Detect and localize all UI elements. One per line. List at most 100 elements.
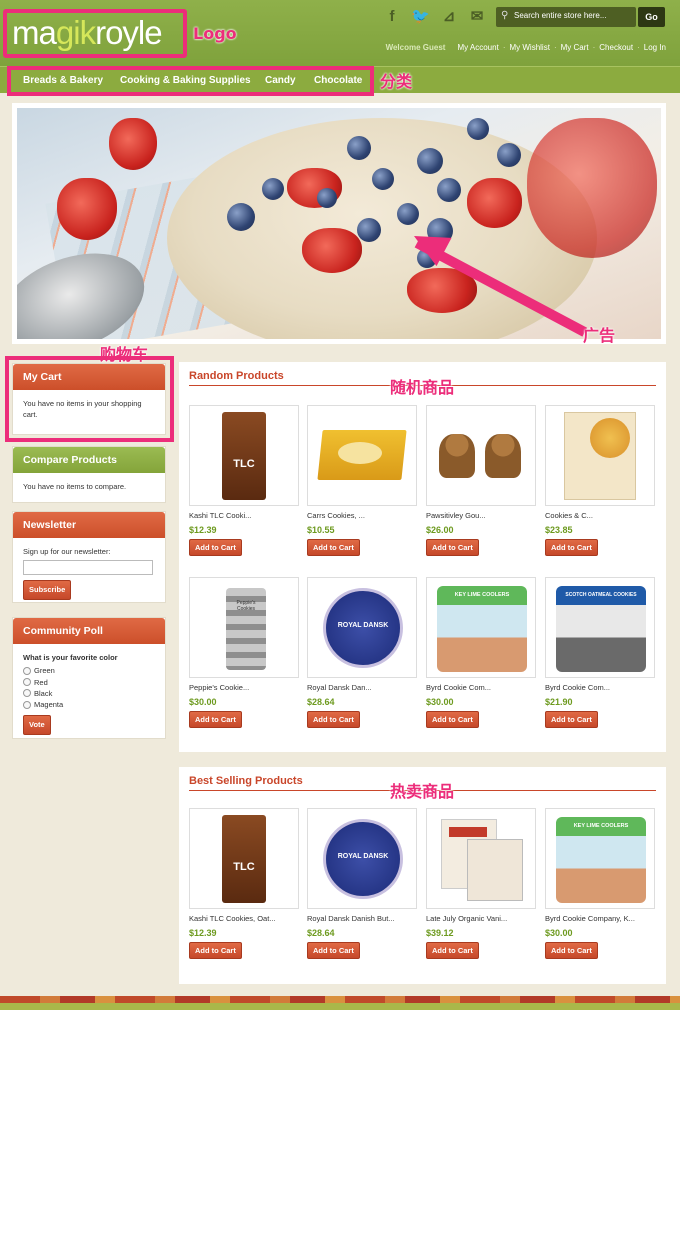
search-placeholder: Search entire store here... (514, 11, 607, 20)
newsletter-title: Newsletter (13, 512, 165, 538)
product-card[interactable]: TLC Kashi TLC Cookies, Oat... $12.39 Add… (189, 808, 299, 959)
banner[interactable] (12, 103, 666, 344)
product-card[interactable]: Peppie's Cookies Peppie's Cookie... $30.… (189, 577, 299, 728)
nav-highlight-box (7, 66, 374, 96)
welcome-message: Welcome Guest (385, 43, 446, 52)
add-to-cart-button[interactable]: Add to Cart (307, 711, 360, 728)
my-account-link[interactable]: My Account (457, 43, 498, 52)
product-name[interactable]: Pawsitivley Gou... (426, 511, 536, 520)
poll-option-black[interactable]: Black (23, 688, 155, 699)
product-card[interactable]: ROYAL DANSK Royal Dansk Dan... $28.64 Ad… (307, 577, 417, 728)
product-price: $12.39 (189, 928, 217, 938)
product-name[interactable]: Carrs Cookies, ... (307, 511, 417, 520)
cart-highlight-box (5, 356, 174, 442)
add-to-cart-button[interactable]: Add to Cart (545, 942, 598, 959)
poll-option-magenta[interactable]: Magenta (23, 699, 155, 710)
product-name[interactable]: Byrd Cookie Company, K... (545, 914, 655, 923)
add-to-cart-button[interactable]: Add to Cart (426, 711, 479, 728)
product-price: $39.12 (426, 928, 454, 938)
footer-stripe-green (0, 1003, 680, 1010)
product-image[interactable]: TLC (189, 405, 299, 506)
logo-annotation: Logo (193, 24, 237, 43)
add-to-cart-button[interactable]: Add to Cart (545, 539, 598, 556)
product-price: $30.00 (189, 697, 217, 707)
best-selling-annotation: 热卖商品 (390, 782, 455, 801)
community-poll-block: Community Poll What is your favorite col… (12, 617, 166, 739)
product-card[interactable]: Pawsitivley Gou... $26.00 Add to Cart (426, 405, 536, 556)
product-name[interactable]: Peppie's Cookie... (189, 683, 299, 692)
poll-question: What is your favorite color (23, 653, 118, 662)
product-card[interactable]: Carrs Cookies, ... $10.55 Add to Cart (307, 405, 417, 556)
add-to-cart-button[interactable]: Add to Cart (545, 711, 598, 728)
compare-products-block: Compare Products You have no items to co… (12, 446, 166, 503)
twitter-icon[interactable]: 🐦 (411, 8, 430, 26)
my-wishlist-link[interactable]: My Wishlist (509, 43, 549, 52)
product-name[interactable]: Kashi TLC Cooki... (189, 511, 299, 520)
add-to-cart-button[interactable]: Add to Cart (307, 539, 360, 556)
search-icon: ⚲ (501, 10, 509, 21)
product-price: $23.85 (545, 525, 573, 535)
poll-option-red[interactable]: Red (23, 677, 155, 688)
logo-highlight-box (3, 9, 187, 58)
rss-icon[interactable]: ⊿ (440, 8, 458, 26)
random-products-title: Random Products (189, 370, 284, 382)
product-card[interactable]: KEY LIME COOLERS Byrd Cookie Company, K.… (545, 808, 655, 959)
community-poll-title: Community Poll (13, 618, 165, 644)
product-card[interactable]: ROYAL DANSK Royal Dansk Danish But... $2… (307, 808, 417, 959)
product-image[interactable]: Peppie's Cookies (189, 577, 299, 678)
product-name[interactable]: Cookies & C... (545, 511, 655, 520)
compare-products-text: You have no items to compare. (23, 482, 127, 491)
poll-option-green[interactable]: Green (23, 665, 155, 676)
product-name[interactable]: Royal Dansk Danish But... (307, 914, 417, 923)
add-to-cart-button[interactable]: Add to Cart (426, 539, 479, 556)
product-price: $30.00 (426, 697, 454, 707)
login-link[interactable]: Log In (644, 43, 666, 52)
product-name[interactable]: Royal Dansk Dan... (307, 683, 417, 692)
product-name[interactable]: Byrd Cookie Com... (426, 683, 536, 692)
facebook-icon[interactable]: f (383, 8, 401, 26)
ad-annotation: 广告 (583, 326, 616, 345)
product-image[interactable]: TLC (189, 808, 299, 909)
newsletter-label: Sign up for our newsletter: (23, 547, 111, 556)
product-image[interactable] (426, 808, 536, 909)
category-annotation: 分类 (380, 72, 413, 91)
add-to-cart-button[interactable]: Add to Cart (307, 942, 360, 959)
product-image[interactable] (307, 405, 417, 506)
product-name[interactable]: Kashi TLC Cookies, Oat... (189, 914, 299, 923)
search-go-button[interactable]: Go (638, 7, 665, 27)
product-name[interactable]: Byrd Cookie Com... (545, 683, 655, 692)
newsletter-email-input[interactable] (23, 560, 153, 576)
product-image[interactable]: ROYAL DANSK (307, 808, 417, 909)
product-card[interactable]: KEY LIME COOLERS Byrd Cookie Com... $30.… (426, 577, 536, 728)
checkout-link[interactable]: Checkout (599, 43, 633, 52)
compare-products-title: Compare Products (13, 447, 165, 473)
product-price: $21.90 (545, 697, 573, 707)
product-price: $26.00 (426, 525, 454, 535)
product-card[interactable]: TLC Kashi TLC Cooki... $12.39 Add to Car… (189, 405, 299, 556)
product-image[interactable]: KEY LIME COOLERS (426, 577, 536, 678)
banner-image (17, 108, 661, 339)
best-selling-title: Best Selling Products (189, 775, 303, 787)
product-image[interactable] (426, 405, 536, 506)
product-image[interactable] (545, 405, 655, 506)
add-to-cart-button[interactable]: Add to Cart (189, 711, 242, 728)
product-card[interactable]: Cookies & C... $23.85 Add to Cart (545, 405, 655, 556)
product-price: $10.55 (307, 525, 335, 535)
add-to-cart-button[interactable]: Add to Cart (426, 942, 479, 959)
add-to-cart-button[interactable]: Add to Cart (189, 942, 242, 959)
product-name[interactable]: Late July Organic Vani... (426, 914, 536, 923)
product-image[interactable]: ROYAL DANSK (307, 577, 417, 678)
email-icon[interactable]: ✉ (468, 8, 486, 26)
vote-button[interactable]: Vote (23, 715, 51, 735)
product-card[interactable]: SCOTCH OATMEAL COOKIES Byrd Cookie Com..… (545, 577, 655, 728)
random-products-annotation: 随机商品 (390, 378, 455, 397)
search-input[interactable]: ⚲ Search entire store here... (496, 7, 636, 27)
product-image[interactable]: SCOTCH OATMEAL COOKIES (545, 577, 655, 678)
product-card[interactable]: Late July Organic Vani... $39.12 Add to … (426, 808, 536, 959)
add-to-cart-button[interactable]: Add to Cart (189, 539, 242, 556)
random-products-panel: Random Products TLC Kashi TLC Cooki... $… (179, 362, 666, 752)
product-image[interactable]: KEY LIME COOLERS (545, 808, 655, 909)
my-cart-link[interactable]: My Cart (561, 43, 589, 52)
top-links: Welcome Guest My Account · My Wishlist · M… (385, 43, 666, 52)
subscribe-button[interactable]: Subscribe (23, 580, 72, 600)
